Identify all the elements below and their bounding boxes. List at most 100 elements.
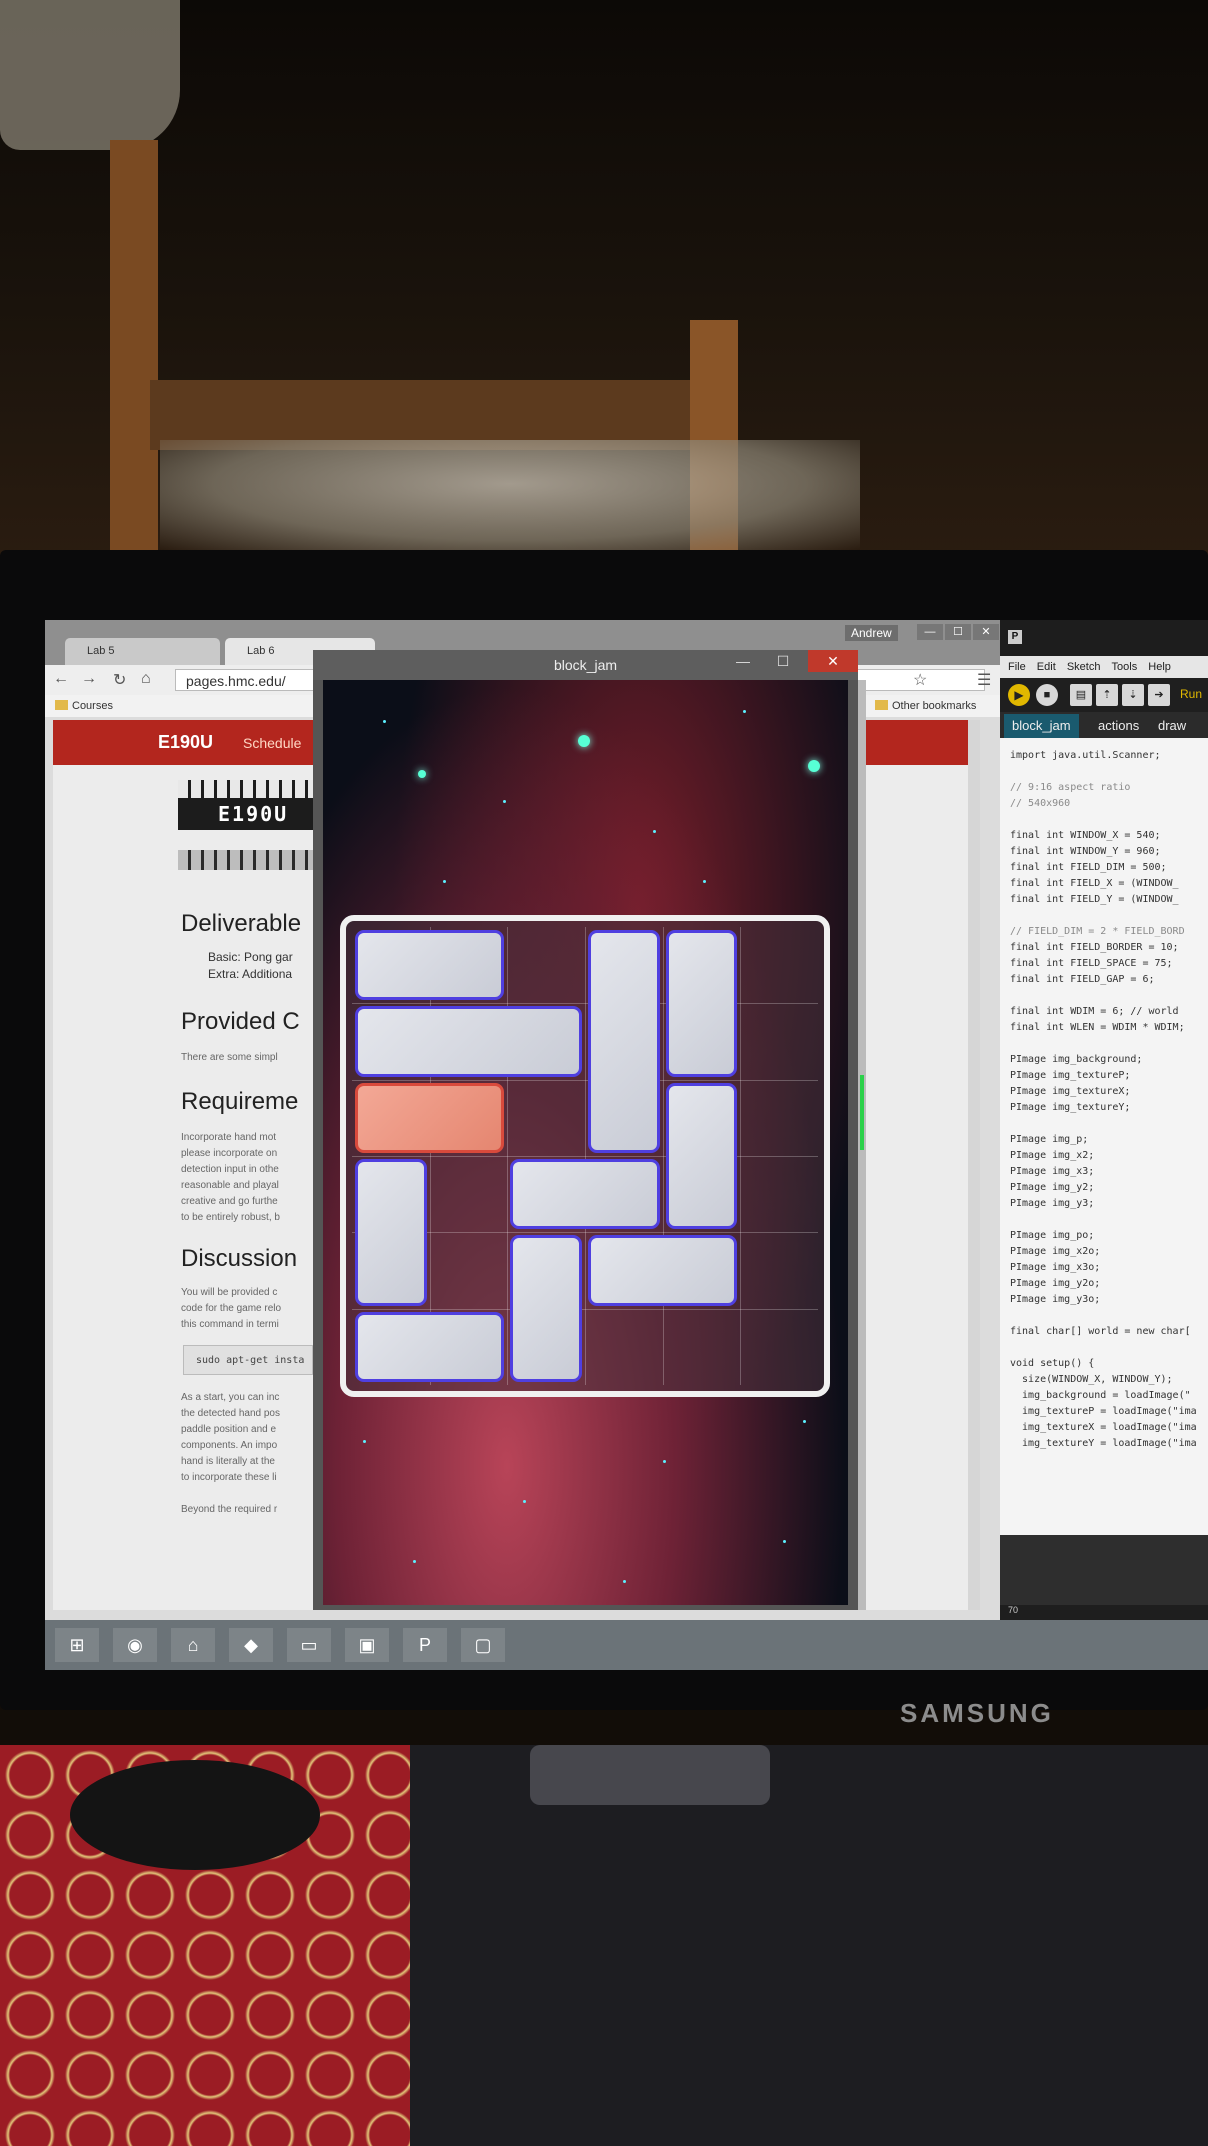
heading-discussion: Discussion [181, 1245, 298, 1272]
star [803, 1420, 806, 1423]
star [808, 760, 820, 772]
paragraph-line: this command in termi [181, 1319, 279, 1330]
folder-icon [875, 700, 888, 710]
tab-draw[interactable]: draw [1150, 714, 1194, 738]
bookmark-courses[interactable]: Courses [55, 700, 113, 712]
scroll-thumb[interactable] [860, 1075, 864, 1150]
save-icon[interactable]: ⇣ [1122, 684, 1144, 706]
sliding-block[interactable] [355, 1006, 582, 1077]
code-line: final int FIELD_X = (WINDOW_ [1010, 878, 1179, 889]
code-line: final int FIELD_GAP = 6; [1010, 974, 1155, 985]
paragraph-line: reasonable and playal [181, 1180, 279, 1191]
sliding-block[interactable] [510, 1159, 660, 1230]
grid-line [352, 1079, 818, 1081]
code-line: PImage img_x2o; [1010, 1246, 1101, 1257]
star [653, 830, 656, 833]
bookmark-label: Courses [72, 700, 113, 712]
sliding-block[interactable] [665, 930, 738, 1077]
tab-label: Lab 5 [87, 645, 115, 657]
open-icon[interactable]: ⇡ [1096, 684, 1118, 706]
menu-tools[interactable]: Tools [1112, 661, 1138, 673]
game-scrollbar[interactable] [858, 680, 866, 1610]
tab-lab5[interactable]: Lab 5 [65, 638, 220, 665]
code-line: final int FIELD_BORDER = 10; [1010, 942, 1179, 953]
sliding-block[interactable] [588, 930, 660, 1153]
code-line: img_textureX = loadImage("ima [1010, 1422, 1197, 1433]
star [703, 880, 706, 883]
star [503, 800, 506, 803]
sliding-block[interactable] [355, 1311, 505, 1382]
folder-icon[interactable]: ▭ [287, 1628, 331, 1662]
taskbar: ⊞ ◉ ⌂ ◆ ▭ ▣ P ▢ [45, 1620, 1208, 1670]
back-icon[interactable]: ← [53, 670, 69, 688]
paragraph-line: creative and go furthe [181, 1196, 278, 1207]
code-line: final int FIELD_SPACE = 75; [1010, 958, 1173, 969]
stop-icon[interactable]: ■ [1036, 684, 1058, 706]
bookmark-label: Other bookmarks [892, 700, 977, 712]
menu-help[interactable]: Help [1148, 661, 1171, 673]
menu-file[interactable]: File [1008, 661, 1026, 673]
sliding-block[interactable] [588, 1235, 738, 1306]
bed-post-left [110, 140, 158, 560]
game-minimize-button[interactable]: — [728, 650, 758, 672]
folder-icon [55, 700, 68, 710]
code-line: PImage img_textureX; [1010, 1086, 1131, 1097]
sliding-block[interactable] [355, 930, 505, 1001]
home-icon[interactable]: ⌂ [141, 670, 151, 688]
game-maximize-button[interactable]: ☐ [768, 650, 798, 672]
processing-icon[interactable]: P [403, 1628, 447, 1662]
star [443, 880, 446, 883]
app-icon[interactable]: ◆ [229, 1628, 273, 1662]
game-window: block_jam — ☐ ✕ [313, 650, 858, 1610]
reload-icon[interactable]: ↻ [113, 670, 126, 690]
code-line: PImage img_y2o; [1010, 1278, 1101, 1289]
window-icon[interactable]: ▢ [461, 1628, 505, 1662]
sliding-block[interactable] [665, 1082, 738, 1230]
tab-block-jam[interactable]: block_jam [1004, 714, 1079, 738]
star [743, 710, 746, 713]
ide-tabs: block_jam actions draw [1000, 712, 1208, 738]
profile-name[interactable]: Andrew [845, 625, 898, 641]
target-block[interactable] [355, 1082, 505, 1153]
bookmark-other[interactable]: Other bookmarks [875, 700, 976, 712]
code-line: PImage img_p; [1010, 1134, 1089, 1145]
hamburger-icon[interactable]: ☰ [977, 670, 991, 690]
code-line: // 540x960 [1010, 798, 1071, 809]
forward-icon[interactable]: → [81, 670, 97, 688]
code-editor[interactable]: import java.util.Scanner; // 9:16 aspect… [1010, 748, 1208, 1468]
site-logo[interactable]: E190U [158, 732, 213, 753]
browser-maximize-button[interactable]: ☐ [945, 624, 971, 640]
code-line: img_textureY = loadImage("ima [1010, 1438, 1197, 1449]
menu-sketch[interactable]: Sketch [1067, 661, 1101, 673]
menu-edit[interactable]: Edit [1037, 661, 1056, 673]
windows-start-icon[interactable]: ⊞ [55, 1628, 99, 1662]
sliding-block[interactable] [510, 1235, 582, 1382]
game-close-button[interactable]: ✕ [808, 650, 858, 672]
sliding-block[interactable] [355, 1159, 427, 1306]
image-viewer-icon[interactable]: ▣ [345, 1628, 389, 1662]
page-scrollbar[interactable] [968, 720, 980, 1610]
export-icon[interactable]: ➔ [1148, 684, 1170, 706]
nav-link-schedule[interactable]: Schedule [243, 735, 301, 751]
star [413, 1560, 416, 1563]
new-icon[interactable]: ▤ [1070, 684, 1092, 706]
grid-line [352, 1156, 818, 1157]
browser-close-button[interactable]: ✕ [973, 624, 999, 640]
banner-text: E190U [218, 802, 289, 826]
code-line: img_textureP = loadImage("ima [1010, 1406, 1197, 1417]
network-icon[interactable]: ⌂ [171, 1628, 215, 1662]
game-canvas[interactable] [323, 680, 848, 1605]
ide-menubar: File Edit Sketch Tools Help [1000, 656, 1208, 678]
run-icon[interactable]: ▶ [1008, 684, 1030, 706]
chrome-icon[interactable]: ◉ [113, 1628, 157, 1662]
browser-minimize-button[interactable]: — [917, 624, 943, 640]
tab-actions[interactable]: actions [1090, 714, 1147, 738]
code-line: PImage img_x3; [1010, 1166, 1095, 1177]
star-icon[interactable]: ☆ [913, 670, 927, 690]
star [523, 1500, 526, 1503]
